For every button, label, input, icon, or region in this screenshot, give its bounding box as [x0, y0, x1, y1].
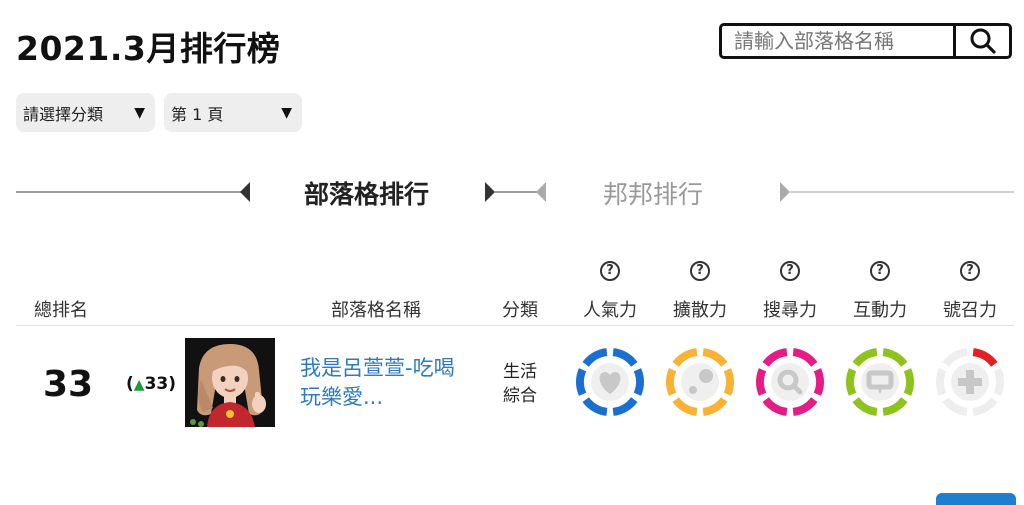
category-select-value: 請選擇分類 — [23, 104, 104, 124]
avatar-illustration — [185, 338, 275, 427]
header-popularity: 人氣力 — [583, 300, 637, 321]
divider-line — [790, 191, 1014, 193]
score-ring-segment — [852, 348, 878, 367]
score-ring-segment — [882, 397, 908, 416]
score-ring-segment — [762, 348, 788, 367]
appeal-score-icon[interactable] — [934, 346, 1006, 418]
rank-change-open: ( — [126, 374, 134, 394]
score-ring-segment — [612, 348, 638, 367]
score-ring-segment — [813, 368, 824, 396]
score-ring-segment — [702, 348, 728, 367]
score-ring-segment — [882, 348, 908, 367]
caret-down-icon: ▼ — [134, 104, 145, 121]
search-icon — [970, 28, 996, 54]
score-ring-segment — [612, 397, 638, 416]
header-blog-name: 部落格名稱 — [331, 300, 421, 321]
search-input[interactable] — [722, 26, 953, 56]
category-line: 生活 — [503, 362, 537, 382]
score-ring-segment — [582, 348, 608, 367]
header-appeal: 號召力 — [943, 300, 997, 321]
triangle-right-icon — [780, 182, 790, 202]
header-divider — [16, 325, 1014, 326]
rank-up-arrow-icon: ▲ — [133, 377, 145, 393]
score-ring-segment — [903, 368, 914, 396]
ranking-tab-bar: 部落格排行 邦邦排行 — [0, 165, 1024, 220]
help-icon-appeal[interactable]: ? — [960, 261, 980, 281]
score-ring-segment — [702, 397, 728, 416]
score-ring-segment — [756, 368, 767, 396]
category-line: 綜合 — [503, 386, 537, 406]
triangle-right-icon — [485, 182, 495, 202]
tab-blog-ranking[interactable]: 部落格排行 — [304, 175, 429, 211]
search-score-icon[interactable] — [754, 346, 826, 418]
score-ring-segment — [936, 368, 947, 396]
category-select[interactable]: 請選擇分類 ▼ — [16, 93, 155, 132]
blog-avatar[interactable] — [185, 338, 275, 427]
score-ring-segment — [762, 397, 788, 416]
header-interaction: 互動力 — [853, 300, 907, 321]
score-ring-segment — [582, 397, 608, 416]
tab-bang-ranking[interactable]: 邦邦排行 — [603, 175, 703, 211]
score-ring-segment — [576, 368, 587, 396]
header-rank: 總排名 — [34, 300, 88, 321]
help-icon-popularity[interactable]: ? — [600, 261, 620, 281]
header-spread: 擴散力 — [673, 300, 727, 321]
page-select-value: 第 1 頁 — [171, 104, 224, 124]
score-ring-segment — [942, 348, 968, 367]
corner-button[interactable] — [936, 493, 1016, 505]
spread-score-icon[interactable] — [664, 346, 736, 418]
score-ring-segment — [633, 368, 644, 396]
help-icon-search[interactable]: ? — [780, 261, 800, 281]
header-search: 搜尋力 — [763, 300, 817, 321]
category-cell: 生活 綜合 — [500, 360, 540, 408]
popularity-score-icon[interactable] — [574, 346, 646, 418]
rank-change-value: 33 — [144, 374, 169, 394]
rank-number: 33 — [43, 364, 94, 405]
score-ring-segment — [942, 397, 968, 416]
search-button[interactable] — [953, 26, 1009, 56]
score-ring-segment — [666, 368, 677, 396]
score-ring-segment — [972, 348, 998, 367]
rank-change-close: ) — [168, 374, 177, 394]
header-category: 分類 — [502, 300, 538, 321]
caret-down-icon: ▼ — [281, 104, 292, 121]
divider-line — [16, 191, 244, 193]
score-ring-segment — [672, 397, 698, 416]
score-center — [681, 363, 719, 401]
score-ring-segment — [792, 348, 818, 367]
divider-line — [495, 191, 537, 193]
page-title: 2021.3月排行榜 — [16, 29, 281, 68]
score-ring-segment — [672, 348, 698, 367]
search-box — [719, 23, 1012, 59]
blog-name-link[interactable]: 我是呂萱萱-吃喝玩樂愛... — [300, 354, 458, 412]
rank-change: (▲33) — [126, 374, 176, 394]
score-ring-segment — [792, 397, 818, 416]
score-ring-segment — [852, 397, 878, 416]
score-center — [771, 363, 809, 401]
score-ring-segment — [993, 368, 1004, 396]
help-icon-interaction[interactable]: ? — [870, 261, 890, 281]
interaction-score-icon[interactable] — [844, 346, 916, 418]
triangle-left-icon — [240, 182, 250, 202]
score-ring-segment — [846, 368, 857, 396]
help-icon-spread[interactable]: ? — [690, 261, 710, 281]
page-select[interactable]: 第 1 頁 ▼ — [164, 93, 302, 132]
triangle-left-icon — [536, 182, 546, 202]
score-ring-segment — [972, 397, 998, 416]
score-ring-segment — [723, 368, 734, 396]
